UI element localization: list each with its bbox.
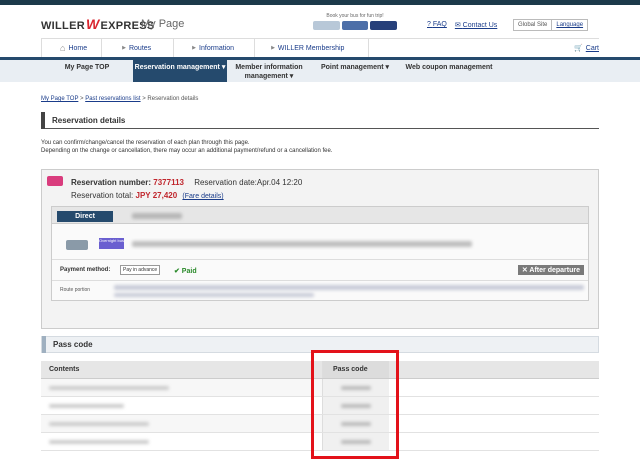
paid-status: ✔ Paid [174,268,197,275]
bus-icon [66,240,88,250]
breadcrumb-past-reservations[interactable]: Past reservations list [85,96,140,102]
arrow-right-icon: ▶ [122,45,126,51]
overnight-bus-tag: Overnight bus [99,238,124,249]
reservation-details-heading: Reservation details [41,111,599,129]
redacted-route-portion-2 [114,293,314,297]
global-site-button[interactable]: Global Site [514,20,551,30]
tab-my-page-top[interactable]: My Page TOP [41,60,133,82]
breadcrumb-current: Reservation details [147,96,199,102]
site-header: WILLERWEXPRESS My Page Book your bus for… [0,5,640,38]
nav-willer-membership[interactable]: ▶ WILLER Membership [255,39,370,57]
cart-icon: 🛒 [574,45,583,52]
language-button[interactable]: Language [551,20,587,30]
redacted-name [132,213,182,219]
home-icon: ⌂ [60,43,66,53]
contact-us-link[interactable]: ✉ Contact Us [455,21,497,29]
tab-web-coupon-management[interactable]: Web coupon management [399,60,499,82]
nav-home[interactable]: ⌂ Home [41,39,103,57]
payment-method-value: Pay in advance [120,265,161,275]
reservation-total: Reservation total: JPY 27,420 (Fare deta… [71,191,224,200]
redacted-content [49,404,124,408]
willer-express-logo[interactable]: WILLERWEXPRESS [41,16,155,32]
bus-ticket-icon [47,176,63,186]
tab-reservation-management[interactable]: Reservation management ▾ [133,60,227,82]
after-departure-badge: ✕ After departure [517,265,584,275]
redacted-route-info [132,241,472,247]
bus-promo-banner[interactable]: Book your bus for fun trip! [313,13,398,30]
nav-information[interactable]: ▶ Information [174,39,256,57]
pass-code-highlight-box [311,350,399,459]
arrow-right-icon: ▶ [271,45,275,51]
arrow-right-icon: ▶ [192,45,197,51]
plan-detail-panel: Direct Overnight bus Payment method: Pay… [51,206,589,301]
route-portion-label: Route portion [60,287,91,293]
nav-routes[interactable]: ▶ Routes [102,39,175,57]
redacted-content [49,440,149,444]
reservation-number: Reservation number: 7377113 Reservation … [71,178,303,187]
redacted-route-portion [114,285,584,290]
primary-nav: ⌂ Home ▶ Routes ▶ Information ▶ WILLER Membe… [41,38,599,57]
bus-icon [313,21,340,30]
reservation-summary-box: Reservation number: 7377113 Reservation … [41,169,599,329]
bus-icon [341,21,369,30]
secondary-nav: My Page TOP Reservation management ▾ Mem… [0,57,640,82]
language-switcher: Global Site Language [513,19,589,31]
redacted-content [49,386,169,390]
cart-link[interactable]: 🛒 Cart [574,44,599,53]
payment-row: Payment method: Pay in advance ✔ Paid ✕ … [52,259,588,281]
mail-icon: ✉ [454,22,463,29]
faq-link[interactable]: ? FAQ [427,21,447,29]
page-title: My Page [141,18,185,30]
tab-member-information-management[interactable]: Member information management ▾ [227,60,311,82]
plan-type-badge: Direct [57,211,113,222]
reservation-intro: You can confirm/change/cancel the reserv… [41,140,333,154]
fare-details-link[interactable]: (Fare details) [182,193,223,200]
breadcrumb-my-page-top[interactable]: My Page TOP [41,96,78,102]
breadcrumb: My Page TOP > Past reservations list > R… [41,96,199,102]
redacted-content [49,422,149,426]
tab-point-management[interactable]: Point management ▾ [311,60,399,82]
bus-icon [370,21,398,30]
